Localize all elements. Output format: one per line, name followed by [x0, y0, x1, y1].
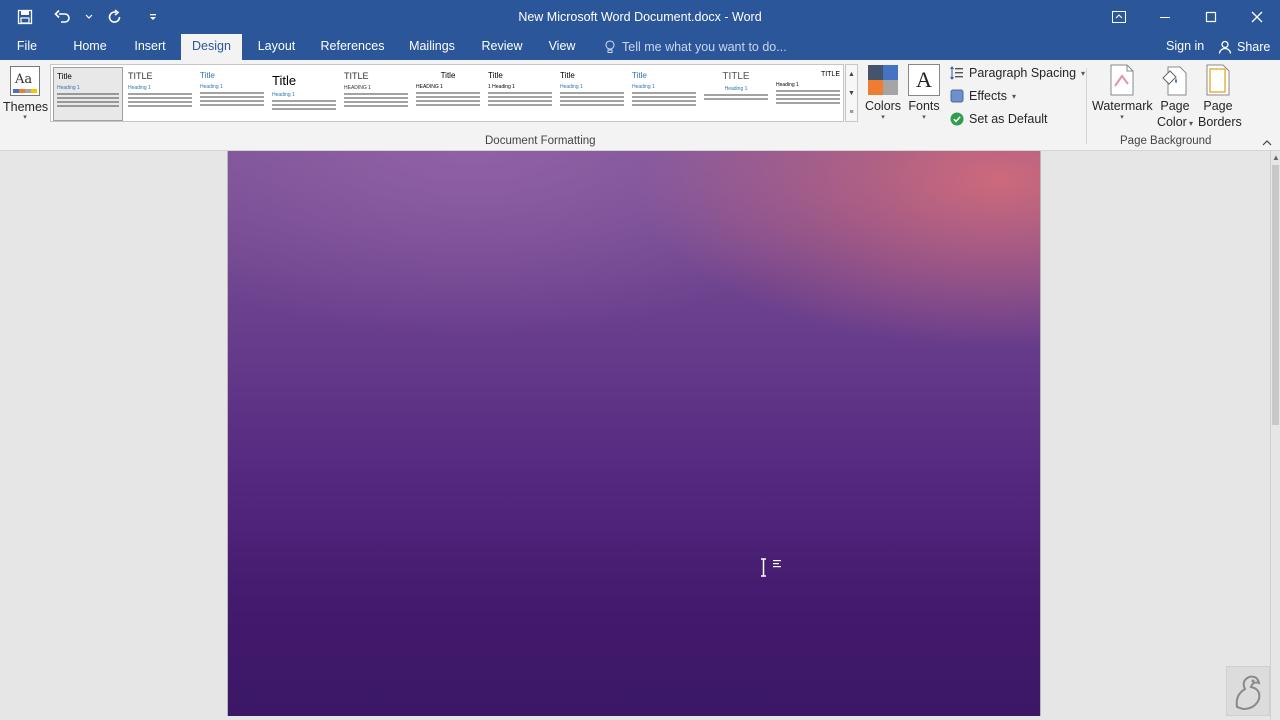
restore-icon[interactable] — [1188, 0, 1234, 34]
style-set-thumb[interactable]: Title 1 Heading 1 — [485, 67, 555, 121]
ribbon-group-separator — [1086, 68, 1087, 144]
set-as-default-label: Set as Default — [969, 112, 1048, 126]
fonts-button[interactable]: A Fonts ▾ — [906, 64, 942, 122]
effects-icon — [950, 89, 964, 103]
colors-dropdown-icon: ▾ — [881, 114, 885, 121]
paragraph-spacing-icon — [950, 66, 963, 80]
tab-references[interactable]: References — [317, 34, 388, 60]
ribbon: Aa Themes ▾ Title Heading 1 TITLE Headin… — [0, 60, 1280, 151]
tab-design[interactable]: Design — [181, 34, 242, 60]
ribbon-tab-row: File Home Insert Design Layout Reference… — [0, 34, 1280, 60]
person-icon — [1218, 40, 1232, 54]
page-background-group-label: Page Background — [1120, 135, 1212, 147]
themes-icon: Aa — [10, 66, 40, 96]
dropdown-arrow-icon[interactable] — [84, 2, 94, 32]
text-cursor-icon — [760, 558, 786, 578]
document-canvas — [0, 151, 1270, 720]
page-color-label-line2: Color ▾ — [1156, 115, 1194, 129]
fonts-label: Fonts — [908, 99, 940, 113]
scroll-up-icon[interactable]: ▲ — [1272, 153, 1280, 162]
watermark-dropdown-icon: ▾ — [1120, 114, 1124, 121]
lightbulb-icon — [605, 40, 615, 53]
watermark-label: Watermark — [1092, 99, 1153, 113]
gallery-up-icon[interactable]: ▲ — [846, 65, 857, 84]
share-button[interactable]: Share — [1218, 34, 1270, 60]
themes-label: Themes — [3, 100, 49, 114]
effects-label: Effects — [969, 89, 1007, 103]
page-color-label-line1: Page — [1160, 99, 1190, 113]
style-set-thumb[interactable]: TITLE Heading 1 — [701, 67, 771, 121]
set-as-default-button[interactable]: Set as Default — [950, 108, 1048, 130]
tab-insert[interactable]: Insert — [127, 34, 173, 60]
effects-dropdown-icon: ▾ — [1011, 91, 1016, 101]
undo-icon[interactable] — [46, 2, 80, 32]
repeat-icon[interactable] — [98, 2, 132, 32]
themes-button[interactable]: Aa Themes ▾ — [3, 64, 49, 130]
style-set-thumb[interactable]: TITLE HEADING 1 — [341, 67, 411, 121]
paragraph-spacing-dropdown-icon: ▾ — [1081, 68, 1086, 78]
document-formatting-group-label: Document Formatting — [485, 135, 596, 147]
style-set-thumb[interactable]: TITLE Heading 1 — [773, 67, 843, 121]
tab-layout[interactable]: Layout — [251, 34, 302, 60]
effects-button[interactable]: Effects ▾ — [950, 85, 1016, 107]
tab-file[interactable]: File — [8, 34, 46, 60]
themes-dropdown-icon: ▾ — [23, 114, 27, 121]
quick-access-toolbar — [8, 0, 170, 34]
ribbon-display-icon[interactable] — [1096, 0, 1142, 34]
page-borders-label-line2: Borders — [1198, 115, 1242, 129]
vertical-scrollbar[interactable]: ▲ — [1270, 151, 1280, 720]
minimize-icon[interactable] — [1142, 0, 1188, 34]
gallery-more-icon[interactable]: ≡ — [846, 103, 857, 122]
page-borders-label-line1: Page — [1203, 99, 1233, 113]
window-title: New Microsoft Word Document.docx - Word — [518, 10, 762, 24]
style-set-thumb[interactable]: Title HEADING 1 — [413, 67, 483, 121]
save-icon[interactable] — [8, 2, 42, 32]
tab-home[interactable]: Home — [66, 34, 114, 60]
paragraph-spacing-label: Paragraph Spacing — [969, 66, 1077, 80]
paragraph-spacing-button[interactable]: Paragraph Spacing ▾ — [950, 62, 1085, 84]
page-color-dropdown-icon: ▾ — [1186, 119, 1194, 128]
dragon-logo-icon — [1226, 666, 1270, 716]
gallery-scroll[interactable]: ▲ ▼ ≡ — [845, 64, 858, 122]
style-set-thumb[interactable]: TITLE Heading 1 — [125, 67, 195, 121]
window-controls — [1096, 0, 1280, 34]
style-set-thumb[interactable]: Title Heading 1 — [197, 67, 267, 121]
colors-icon — [868, 65, 898, 95]
customize-icon[interactable] — [136, 2, 170, 32]
share-label: Share — [1237, 40, 1271, 54]
colors-button[interactable]: Colors ▾ — [864, 64, 902, 122]
style-set-thumb[interactable]: Title Heading 1 — [557, 67, 627, 121]
document-page[interactable] — [227, 151, 1041, 716]
close-icon[interactable] — [1234, 0, 1280, 34]
page-borders-button[interactable]: Page Borders — [1198, 64, 1242, 130]
fonts-icon: A — [908, 64, 940, 96]
style-set-thumb[interactable]: Title Heading 1 — [269, 67, 339, 121]
title-bar: New Microsoft Word Document.docx - Word — [0, 0, 1280, 34]
checkmark-icon — [950, 112, 964, 126]
tab-mailings[interactable]: Mailings — [403, 34, 461, 60]
tell-me-placeholder: Tell me what you want to do... — [622, 40, 787, 54]
sign-in-link[interactable]: Sign in — [1166, 34, 1204, 58]
fonts-dropdown-icon: ▾ — [922, 114, 926, 121]
tab-review[interactable]: Review — [477, 34, 527, 60]
style-set-thumb[interactable]: Title Heading 1 — [53, 67, 123, 121]
gallery-down-icon[interactable]: ▼ — [846, 84, 857, 103]
watermark-icon — [1110, 64, 1134, 96]
page-color-button[interactable]: Page Color ▾ — [1154, 64, 1196, 132]
tell-me-search[interactable]: Tell me what you want to do... — [604, 34, 787, 60]
watermark-button[interactable]: Watermark ▾ — [1092, 64, 1153, 122]
page-color-icon — [1162, 66, 1187, 96]
style-set-thumb[interactable]: Title Heading 1 — [629, 67, 699, 121]
style-set-gallery: Title Heading 1 TITLE Heading 1 Title He… — [50, 64, 844, 122]
page-borders-icon — [1206, 64, 1230, 96]
tab-view[interactable]: View — [541, 34, 583, 60]
colors-label: Colors — [864, 99, 902, 113]
collapse-ribbon-icon[interactable] — [1262, 138, 1272, 149]
scrollbar-thumb[interactable] — [1272, 165, 1279, 425]
